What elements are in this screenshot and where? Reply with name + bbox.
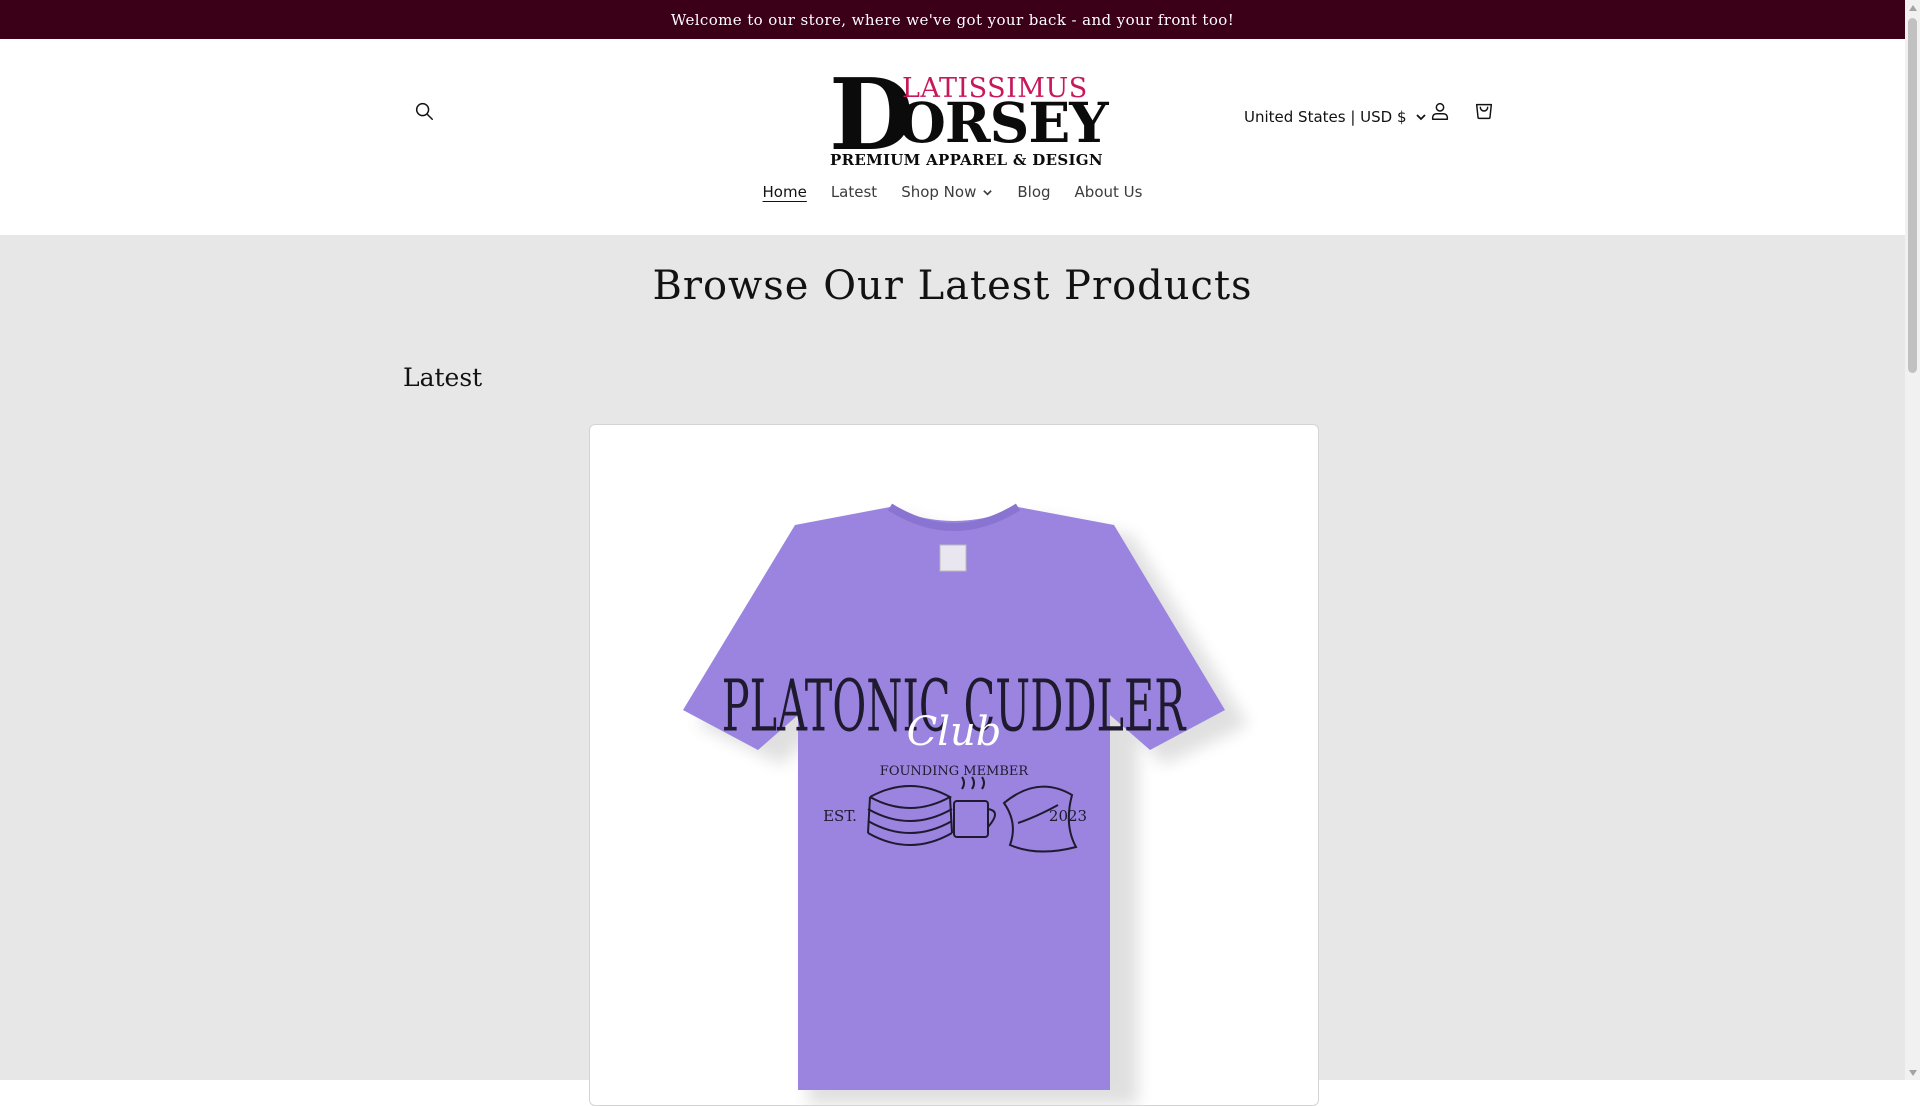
- nav-item-label: Home: [762, 183, 807, 201]
- nav-item-label: Blog: [1017, 183, 1051, 201]
- announcement-text: Welcome to our store, where we've got yo…: [670, 10, 1235, 29]
- announcement-bar: Welcome to our store, where we've got yo…: [0, 0, 1905, 39]
- section-title: Latest: [403, 363, 483, 392]
- nav-item-shop-now[interactable]: Shop Now: [889, 175, 1005, 209]
- scroll-down-arrow[interactable]: [1905, 1065, 1920, 1080]
- country-currency-selector[interactable]: United States | USD $: [1244, 99, 1427, 135]
- page-scrollbar[interactable]: [1905, 0, 1920, 1080]
- print-script: Club: [907, 709, 1002, 755]
- main-navigation: Home Latest Shop Now Blog About Us: [0, 175, 1905, 209]
- page-title: Browse Our Latest Products: [652, 263, 1253, 309]
- cart-icon[interactable]: [1468, 95, 1500, 127]
- nav-item-home[interactable]: Home: [751, 175, 819, 209]
- account-icon[interactable]: [1424, 95, 1456, 127]
- product-card[interactable]: PLATONIC CUDDLER Club FOUNDING MEMBER ES…: [589, 424, 1319, 1106]
- nav-item-label: Shop Now: [901, 183, 977, 201]
- search-icon[interactable]: [408, 95, 440, 127]
- nav-item-latest[interactable]: Latest: [819, 175, 889, 209]
- nav-item-blog[interactable]: Blog: [1005, 175, 1062, 209]
- print-line2: FOUNDING MEMBER: [880, 764, 1030, 779]
- nav-item-label: Latest: [830, 183, 878, 201]
- print-est-left: EST.: [823, 807, 857, 825]
- product-image: PLATONIC CUDDLER Club FOUNDING MEMBER ES…: [683, 503, 1248, 1105]
- nav-item-label: About Us: [1074, 183, 1143, 201]
- scroll-up-arrow[interactable]: [1905, 0, 1920, 15]
- country-label: United States | USD $: [1244, 108, 1407, 126]
- logo-rest-word: ORSEY: [898, 90, 1109, 155]
- logo-tagline: PREMIUM APPAREL & DESIGN: [830, 151, 1103, 169]
- nav-item-about-us[interactable]: About Us: [1063, 175, 1155, 209]
- scrollbar-thumb[interactable]: [1908, 18, 1917, 373]
- store-logo[interactable]: D LATISSIMUS ORSEY PREMIUM APPAREL & DES…: [826, 67, 1109, 170]
- main-content: Browse Our Latest Products Latest PLATON…: [0, 235, 1905, 1106]
- site-header: D LATISSIMUS ORSEY PREMIUM APPAREL & DES…: [0, 39, 1905, 235]
- tshirt-shape: [683, 507, 1225, 1090]
- chevron-down-icon: [983, 189, 993, 196]
